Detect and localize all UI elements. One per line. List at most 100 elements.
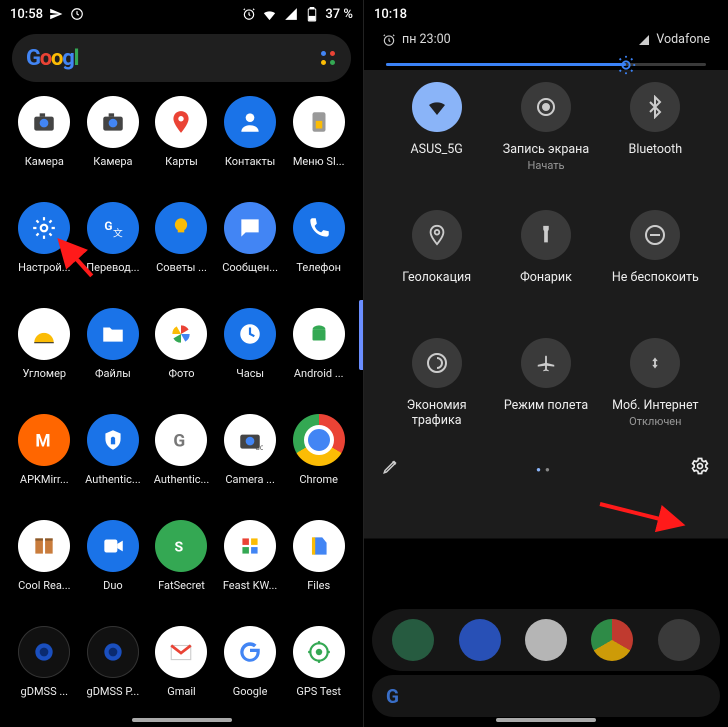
app-protractor[interactable]: Угломер xyxy=(10,308,79,408)
statusbar-time: 10:18 xyxy=(374,7,407,22)
app-label: Сообщен... xyxy=(222,261,278,274)
battery-text: 37 % xyxy=(325,7,353,22)
tile-flashlight[interactable]: Фонарик xyxy=(491,210,600,322)
app-label: gDMSS P... xyxy=(87,685,140,698)
app-grid: КамераКамераКартыКонтактыМеню SI...Настр… xyxy=(0,90,363,726)
tile-label: ASUS_5G xyxy=(411,142,463,157)
messages-icon xyxy=(224,202,276,254)
brightness-icon[interactable] xyxy=(615,54,637,76)
tile-label: Фонарик xyxy=(520,270,572,285)
statusbar-left: 10:58 37 % xyxy=(0,0,363,28)
next-alarm[interactable]: пн 23:00 xyxy=(382,32,451,47)
app-label: Телефон xyxy=(296,261,341,274)
alarm-text: пн 23:00 xyxy=(402,32,451,47)
google-search-bar[interactable]: Google xyxy=(12,34,351,82)
app-fatsecret[interactable]: SFatSecret xyxy=(147,520,216,620)
tile-location[interactable]: Геолокация xyxy=(382,210,491,322)
edit-tiles-button[interactable] xyxy=(382,457,400,475)
bluetooth-icon xyxy=(630,82,680,132)
files-google-icon xyxy=(293,520,345,572)
tile-label: Запись экрана xyxy=(503,142,589,157)
brightness-slider[interactable] xyxy=(364,49,728,70)
app-label: Authentic... xyxy=(154,473,209,486)
app-gmail[interactable]: Gmail xyxy=(147,626,216,726)
svg-text:S: S xyxy=(175,539,184,555)
tile-dnd[interactable]: Не беспокоить xyxy=(601,210,710,322)
app-label: Фото xyxy=(168,367,194,380)
page-indicator: ●● xyxy=(536,457,554,476)
apkmirror-icon: M xyxy=(18,414,70,466)
app-chrome[interactable]: Chrome xyxy=(284,414,353,514)
gdmss-1-icon xyxy=(18,626,70,678)
phone-quick-settings: 10:18 G пн 23:00 Vodafone xyxy=(364,0,728,727)
app-label: Chrome xyxy=(299,473,338,486)
app-label: Меню SI... xyxy=(293,155,345,168)
authenticator-1-icon xyxy=(87,414,139,466)
app-maps[interactable]: Карты xyxy=(147,96,216,196)
app-gps-test[interactable]: GPS Test xyxy=(284,626,353,726)
statusbar-right: 10:18 xyxy=(364,0,728,28)
tile-bluetooth[interactable]: Bluetooth xyxy=(601,82,710,194)
app-google[interactable]: Google xyxy=(216,626,285,726)
tile-datasaver[interactable]: Экономия трафика xyxy=(382,338,491,450)
gesture-nav-pill[interactable] xyxy=(132,718,232,722)
app-camera-1[interactable]: Камера xyxy=(10,96,79,196)
camera-1-icon xyxy=(18,96,70,148)
photos-icon xyxy=(155,308,207,360)
screenrec-icon xyxy=(521,82,571,132)
authenticator-2-icon: G xyxy=(155,414,207,466)
app-gdmss-2[interactable]: gDMSS P... xyxy=(79,626,148,726)
svg-text:G: G xyxy=(174,432,186,452)
app-label: Feast KW... xyxy=(223,579,278,592)
tile-label: Моб. Интернет xyxy=(612,398,698,413)
battery-icon xyxy=(304,7,319,22)
tile-airplane[interactable]: Режим полета xyxy=(491,338,600,450)
app-camera-go[interactable]: GOCamera ... xyxy=(216,414,285,514)
tile-grid: ASUS_5G Запись экранаНачать Bluetooth Геоло… xyxy=(364,70,728,454)
app-authenticator-1[interactable]: Authentic... xyxy=(79,414,148,514)
app-photos[interactable]: Фото xyxy=(147,308,216,408)
tile-label: Не беспокоить xyxy=(612,270,699,285)
tile-mobiledata[interactable]: Моб. Интернет Отключен xyxy=(601,338,710,450)
app-label: Файлы xyxy=(95,367,131,380)
app-label: Камера xyxy=(25,155,64,168)
app-label: Контакты xyxy=(225,155,276,168)
app-gdmss-1[interactable]: gDMSS ... xyxy=(10,626,79,726)
alarm-icon xyxy=(241,7,256,22)
app-label: Карты xyxy=(165,155,198,168)
tile-screenrec[interactable]: Запись экранаНачать xyxy=(491,82,600,194)
app-files-google[interactable]: Files xyxy=(284,520,353,620)
app-label: Android ... xyxy=(294,367,344,380)
assistant-icon[interactable] xyxy=(319,49,337,67)
app-apkmirror[interactable]: MAPKMirr... xyxy=(10,414,79,514)
wifi-icon xyxy=(412,82,462,132)
quick-settings-panel: пн 23:00 Vodafone ASUS_5GЗапись экранаНа… xyxy=(364,28,728,727)
app-contacts[interactable]: Контакты xyxy=(216,96,285,196)
svg-text:M: M xyxy=(36,432,51,452)
app-android-sys[interactable]: Android ... xyxy=(284,308,353,408)
scroll-indicator xyxy=(359,300,363,370)
gesture-nav-pill[interactable] xyxy=(496,718,596,722)
files-app-icon xyxy=(87,308,139,360)
app-feast[interactable]: Feast KW... xyxy=(216,520,285,620)
tile-label: Bluetooth xyxy=(629,142,683,157)
tips-icon xyxy=(155,202,207,254)
app-coolreader[interactable]: Cool Rea... xyxy=(10,520,79,620)
app-messages[interactable]: Сообщен... xyxy=(216,202,285,302)
app-clock[interactable]: Часы xyxy=(216,308,285,408)
tile-wifi[interactable]: ASUS_5G xyxy=(382,82,491,194)
gmail-icon xyxy=(155,626,207,678)
app-files-app[interactable]: Файлы xyxy=(79,308,148,408)
mobiledata-icon xyxy=(630,338,680,388)
app-sim-menu[interactable]: Меню SI... xyxy=(284,96,353,196)
app-duo[interactable]: Duo xyxy=(79,520,148,620)
duo-icon xyxy=(87,520,139,572)
app-phone[interactable]: Телефон xyxy=(284,202,353,302)
tile-sublabel: Отключен xyxy=(629,415,681,428)
app-label: Google xyxy=(233,685,268,698)
camera-2-icon xyxy=(87,96,139,148)
app-authenticator-2[interactable]: G Authentic... xyxy=(147,414,216,514)
app-tips[interactable]: Советы ... xyxy=(147,202,216,302)
settings-gear-button[interactable] xyxy=(690,456,710,476)
app-camera-2[interactable]: Камера xyxy=(79,96,148,196)
